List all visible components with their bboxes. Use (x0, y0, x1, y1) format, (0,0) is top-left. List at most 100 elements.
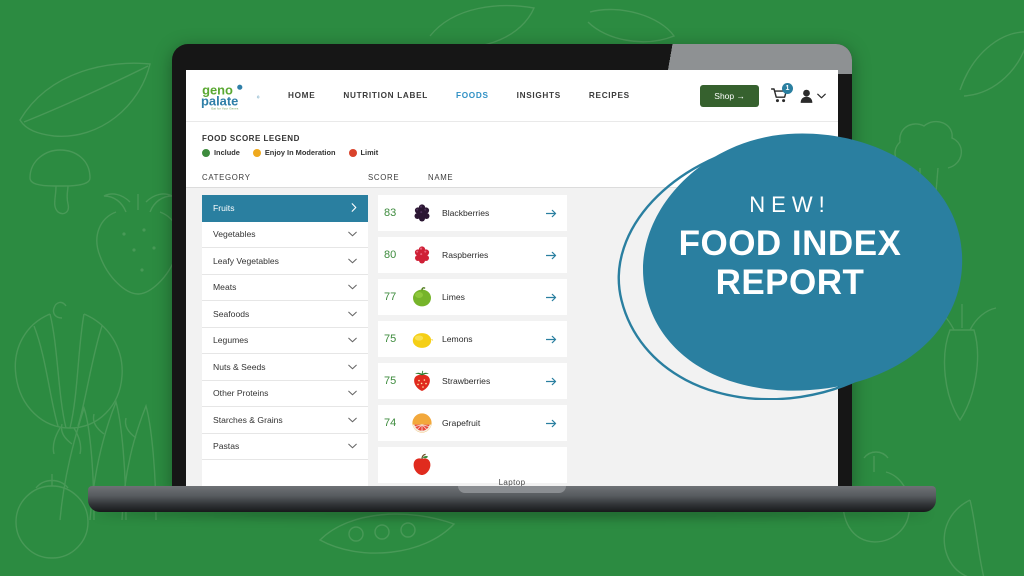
arrow-right-icon[interactable] (545, 209, 557, 218)
category-item-other-proteins[interactable]: Other Proteins (202, 380, 368, 407)
arrow-right-icon[interactable] (545, 251, 557, 260)
legend-dot-include (202, 148, 210, 157)
apple-image (410, 453, 434, 477)
raspberries-image (410, 243, 434, 267)
legend-item-limit: Limit (348, 148, 379, 157)
column-header-score: SCORE (368, 173, 400, 182)
legend-item-moderation: Enjoy In Moderation (252, 148, 336, 157)
category-label: Seafoods (213, 308, 250, 319)
food-score-legend: FOOD SCORE LEGEND Include Enjoy In Moder… (186, 122, 838, 165)
cart-button[interactable]: 1 (770, 83, 793, 103)
category-item-vegetables[interactable]: Vegetables (202, 221, 368, 248)
category-label: Fruits (213, 202, 235, 213)
legend-label-moderation: Enjoy In Moderation (264, 148, 336, 157)
nav-link-nutrition-label[interactable]: NUTRITION LABEL (343, 91, 428, 100)
laptop-base-notch (458, 486, 566, 493)
app-navbar: geno palate ® Eat for Your Genes HOME NU… (186, 70, 838, 122)
chevron-down-icon (348, 231, 357, 237)
food-score: 77 (384, 291, 397, 303)
nav-links: HOME NUTRITION LABEL FOODS INSIGHTS RECI… (288, 91, 630, 100)
legend-label-limit: Limit (360, 148, 379, 157)
legend-title: FOOD SCORE LEGEND (202, 134, 300, 143)
food-score: 83 (384, 207, 397, 219)
chevron-down-icon (348, 258, 357, 264)
nav-link-recipes[interactable]: RECIPES (589, 91, 630, 100)
food-name: Strawberries (442, 376, 491, 386)
chevron-down-icon (348, 284, 357, 290)
chevron-down-icon (348, 311, 357, 317)
logo-tagline: Eat for Your Genes (211, 106, 238, 110)
food-row[interactable]: 75 Lemons (378, 321, 567, 357)
category-label: Other Proteins (213, 388, 269, 399)
arrow-right-icon[interactable] (545, 419, 557, 428)
column-header-category: CATEGORY (202, 173, 251, 182)
food-name: Grapefruit (442, 418, 481, 428)
legend-dot-moderation (252, 148, 261, 157)
promotional-banner: geno palate ® Eat for Your Genes HOME NU… (0, 0, 1024, 576)
category-list: Fruits Vegetables Leafy Vegetables Meats… (202, 195, 368, 488)
column-header-name: NAME (428, 173, 454, 182)
food-row[interactable]: 77 Limes (378, 279, 567, 315)
svg-text:®: ® (257, 95, 260, 99)
limes-image (410, 285, 434, 309)
food-score: 80 (384, 249, 397, 261)
category-item-legumes[interactable]: Legumes (202, 327, 368, 354)
category-item-seafoods[interactable]: Seafoods (202, 301, 368, 328)
category-item-meats[interactable]: Meats (202, 274, 368, 301)
category-item-leafy-vegetables[interactable]: Leafy Vegetables (202, 248, 368, 275)
legend-label-include: Include (214, 148, 240, 157)
cart-badge-count: 1 (782, 83, 793, 94)
food-name: Blackberries (442, 208, 490, 218)
lemons-image (410, 327, 434, 351)
food-row[interactable]: 83 Blackberries (378, 195, 567, 231)
food-row[interactable]: 80 Raspberries (378, 237, 567, 273)
laptop-base (88, 486, 936, 512)
user-avatar-icon (800, 89, 813, 103)
category-label: Meats (213, 282, 237, 293)
chevron-down-icon (348, 364, 357, 370)
category-label: Vegetables (213, 229, 256, 240)
laptop-lid: geno palate ® Eat for Your Genes HOME NU… (172, 44, 852, 492)
category-item-fruits[interactable]: Fruits (202, 195, 368, 222)
food-score: 75 (384, 375, 397, 387)
arrow-right-icon[interactable] (545, 293, 557, 302)
strawberries-image (410, 369, 434, 393)
chevron-down-icon (817, 93, 826, 98)
food-row[interactable]: 74 Grapefruit (378, 405, 567, 441)
laptop-screen: geno palate ® Eat for Your Genes HOME NU… (186, 70, 838, 492)
category-label: Starches & Grains (213, 414, 283, 425)
chevron-down-icon (348, 443, 357, 449)
chevron-right-icon (351, 203, 357, 213)
food-score: 74 (384, 417, 397, 429)
shop-button[interactable]: Shop → (700, 84, 759, 107)
nav-link-insights[interactable]: INSIGHTS (517, 91, 561, 100)
chevron-down-icon (348, 417, 357, 423)
category-item-nuts-seeds[interactable]: Nuts & Seeds (202, 354, 368, 381)
nav-link-home[interactable]: HOME (288, 91, 315, 100)
category-item-starches-grains[interactable]: Starches & Grains (202, 407, 368, 434)
food-name: Lemons (442, 334, 473, 344)
nav-actions: Shop → 1 (700, 83, 826, 107)
food-score: 75 (384, 333, 397, 345)
content-area: Fruits Vegetables Leafy Vegetables Meats… (186, 188, 838, 488)
column-headers: CATEGORY SCORE NAME (186, 165, 838, 188)
category-item-pastas[interactable]: Pastas (202, 433, 368, 460)
arrow-right-icon[interactable] (545, 335, 557, 344)
food-row[interactable]: 75 Strawberries (378, 363, 567, 399)
blackberries-image (410, 201, 434, 225)
category-label: Pastas (213, 441, 240, 452)
chevron-down-icon (348, 390, 357, 396)
food-list: 83 Blackberries 80 Raspberries 77 Limes … (378, 195, 567, 488)
nav-link-foods[interactable]: FOODS (456, 91, 489, 100)
grapefruit-image (410, 411, 434, 435)
legend-item-include: Include (202, 148, 240, 157)
legend-dot-limit (348, 148, 357, 157)
account-menu[interactable] (800, 89, 826, 103)
category-label: Legumes (213, 335, 249, 346)
chevron-down-icon (348, 337, 357, 343)
food-name: Limes (442, 292, 465, 302)
category-label: Nuts & Seeds (213, 361, 266, 372)
arrow-right-icon[interactable] (545, 377, 557, 386)
genopalate-logo[interactable]: geno palate ® Eat for Your Genes (200, 81, 262, 111)
food-name: Raspberries (442, 250, 489, 260)
